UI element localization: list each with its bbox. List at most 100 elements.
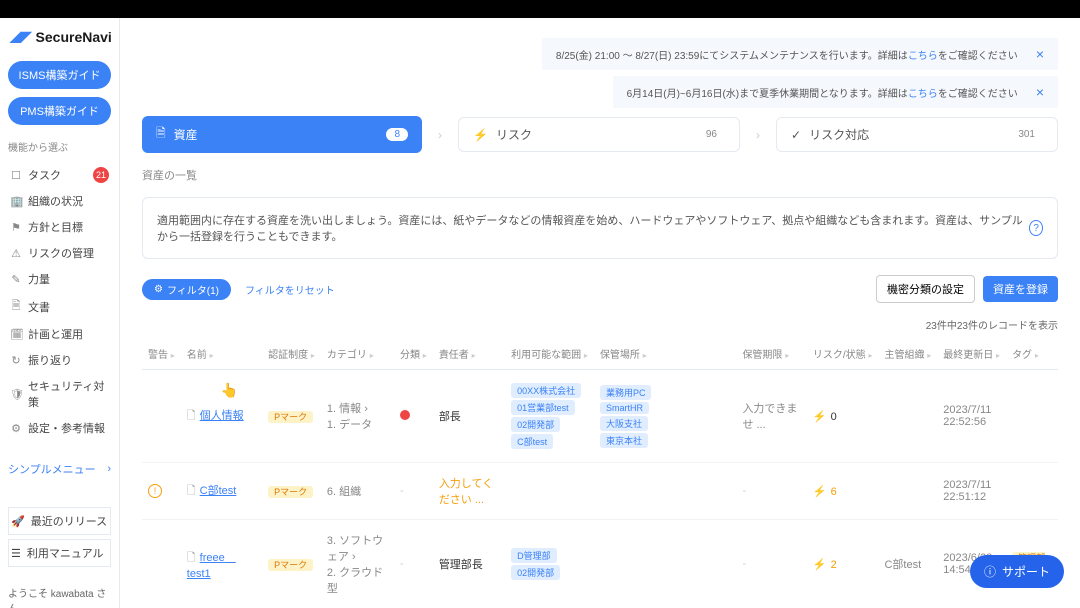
sidebar-item-6[interactable]: 🗓計画と運用	[8, 321, 111, 347]
category-settings-button[interactable]: 機密分類の設定	[876, 275, 975, 303]
nav-icon: 🗎	[10, 297, 22, 316]
user-greeting: ようこそ kawabata さん	[8, 585, 111, 608]
nav-label: リスクの管理	[28, 245, 94, 261]
register-asset-button[interactable]: 資産を登録	[983, 276, 1058, 302]
sidebar-item-3[interactable]: ⚠ リスクの管理	[8, 240, 111, 266]
close-icon[interactable]: ×	[1036, 84, 1044, 100]
column-header[interactable]: 保管場所 ▸	[594, 338, 737, 370]
tab-count: 96	[698, 128, 725, 141]
sort-icon: ▸	[643, 351, 647, 360]
tab-資産[interactable]: 🗎資産8	[142, 116, 422, 153]
sidebar-item-8[interactable]: 🛡セキュリティ対策	[8, 373, 111, 415]
sidebar-item-5[interactable]: 🗎 文書	[8, 292, 111, 321]
doc-icon: 🗋	[187, 485, 196, 497]
tag[interactable]: 大阪支社	[600, 416, 648, 431]
column-header[interactable]: タグ ▸	[1006, 338, 1058, 370]
table-row: 🗋freee test1 Pマーク 3. ソフトウェア › 2. クラウド型 -…	[142, 520, 1058, 608]
notice-link[interactable]: こちら	[908, 89, 938, 100]
help-icon[interactable]: ?	[1029, 220, 1043, 236]
notice-link[interactable]: こちら	[908, 51, 938, 62]
tag[interactable]: 業務用PC	[600, 385, 652, 400]
rocket-icon: 🚀	[11, 515, 25, 528]
support-icon: ⓘ	[984, 563, 996, 580]
sort-icon: ▸	[868, 351, 872, 360]
filter-icon: ⚙	[154, 284, 163, 295]
badge: 21	[93, 167, 109, 183]
brand-logo: ◢◤ SecureNavi	[8, 28, 111, 45]
tag[interactable]: 01営業部test	[511, 400, 575, 415]
tag[interactable]: 東京本社	[600, 433, 648, 448]
tag[interactable]: 00XX株式会社	[511, 383, 581, 398]
nav-icon: 🛡	[10, 388, 22, 401]
manual-link[interactable]: ☰利用マニュアル	[8, 539, 111, 567]
doc-icon: 🗋	[187, 552, 196, 564]
tab-icon: 🗎	[156, 124, 166, 145]
close-icon[interactable]: ×	[1036, 46, 1044, 62]
recent-release-link[interactable]: 🚀最近のリリース	[8, 507, 111, 535]
record-count: 23件中23件のレコードを表示	[142, 317, 1058, 332]
sidebar-item-7[interactable]: ↻振り返り	[8, 347, 111, 373]
tab-label: リスク対応	[809, 126, 869, 143]
column-header[interactable]: カテゴリ ▸	[321, 338, 394, 370]
table-row: 🗋個人情報👆 Pマーク 1. 情報 › 1. データ 部長 00XX株式会社01…	[142, 370, 1058, 463]
tab-リスク[interactable]: ⚡リスク96	[458, 117, 740, 152]
filter-button[interactable]: ⚙フィルタ(1)	[142, 279, 231, 300]
nav-label: 計画と運用	[28, 326, 83, 342]
book-icon: ☰	[11, 547, 21, 560]
nav-label: 文書	[28, 299, 50, 315]
tab-count: 8	[386, 128, 408, 141]
simple-menu-toggle[interactable]: シンプルメニュー›	[8, 461, 111, 477]
nav-icon: ↻	[10, 354, 22, 367]
cert-badge: Pマーク	[268, 486, 313, 498]
nav-icon: ⚠	[10, 247, 22, 260]
chevron-right-icon: ›	[107, 463, 111, 475]
column-header[interactable]: 名前 ▸	[181, 338, 262, 370]
sidebar: ◢◤ SecureNavi ISMS構築ガイド PMS構築ガイド 機能から選ぶ …	[0, 18, 120, 608]
tab-count: 301	[1010, 128, 1043, 141]
tag[interactable]: 02開発部	[511, 417, 560, 432]
column-header[interactable]: 認証制度 ▸	[262, 338, 321, 370]
sort-icon: ▸	[370, 351, 374, 360]
tab-リスク対応[interactable]: ✓リスク対応301	[776, 117, 1058, 152]
nav-label: 方針と目標	[28, 219, 83, 235]
notice-banner: 8/25(金) 21:00 ～ 8/27(日) 23:59にてシステムメンテナン…	[542, 38, 1058, 70]
column-header[interactable]: 分類 ▸	[394, 338, 433, 370]
sort-icon: ▸	[584, 351, 588, 360]
nav-section-label: 機能から選ぶ	[8, 139, 111, 154]
column-header[interactable]: リスク/状態 ▸	[807, 338, 879, 370]
tag[interactable]: C部test	[511, 434, 553, 449]
column-header[interactable]: 保管期限 ▸	[736, 338, 806, 370]
column-header[interactable]: 最終更新日 ▸	[937, 338, 1006, 370]
chevron-right-icon: ›	[754, 128, 762, 142]
main-content: 8/25(金) 21:00 ～ 8/27(日) 23:59にてシステムメンテナン…	[120, 18, 1080, 608]
sidebar-item-2[interactable]: ⚑ 方針と目標	[8, 214, 111, 240]
asset-name-link[interactable]: 個人情報	[200, 410, 244, 422]
isms-guide-button[interactable]: ISMS構築ガイド	[8, 61, 111, 89]
tab-label: リスク	[496, 126, 532, 143]
column-header[interactable]: 利用可能な範囲 ▸	[505, 338, 594, 370]
sidebar-item-0[interactable]: ☐タスク21	[8, 162, 111, 188]
tag[interactable]: D管理部	[511, 548, 557, 563]
filter-reset-link[interactable]: フィルタをリセット	[245, 282, 335, 297]
support-fab[interactable]: ⓘサポート	[970, 555, 1064, 588]
sidebar-item-9[interactable]: ⚙設定・参考情報	[8, 415, 111, 441]
sidebar-item-4[interactable]: ✎力量	[8, 266, 111, 292]
asset-name-link[interactable]: C部test	[200, 485, 237, 497]
nav-label: 設定・参考情報	[28, 420, 105, 436]
sort-icon: ▸	[171, 351, 175, 360]
owner-warning: 入力してください ...	[439, 478, 493, 506]
column-header[interactable]: 警告 ▸	[142, 338, 181, 370]
pms-guide-button[interactable]: PMS構築ガイド	[8, 97, 111, 125]
tag[interactable]: SmartHR	[600, 402, 649, 414]
sidebar-item-1[interactable]: 🏢組織の状況	[8, 188, 111, 214]
column-header[interactable]: 主管組織 ▸	[878, 338, 937, 370]
nav-icon: ⚑	[10, 221, 22, 234]
info-banner: 適用範囲内に存在する資産を洗い出しましょう。資産には、紙やデータなどの情報資産を…	[142, 197, 1058, 259]
cert-badge: Pマーク	[268, 411, 313, 423]
notice-banner: 6月14日(月)~6月16日(水)まで夏季休業期間となります。詳細はこちらをご確…	[613, 76, 1058, 108]
sort-icon: ▸	[1035, 351, 1039, 360]
tag[interactable]: 02開発部	[511, 565, 560, 580]
list-title: 資産の一覧	[142, 167, 1058, 183]
nav-label: タスク	[28, 167, 61, 183]
column-header[interactable]: 責任者 ▸	[433, 338, 505, 370]
